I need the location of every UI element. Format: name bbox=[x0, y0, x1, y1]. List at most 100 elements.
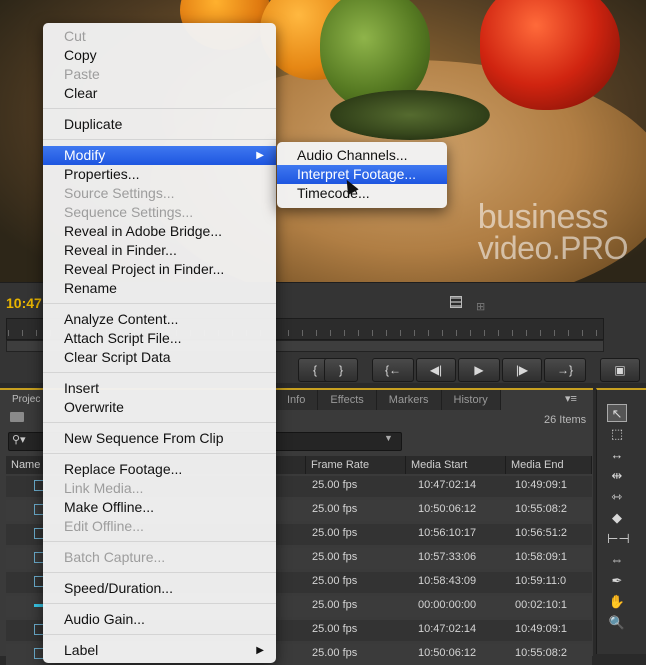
cell-media-end: 10:49:09:1 bbox=[515, 623, 567, 635]
cell-media-start: 10:50:06:12 bbox=[418, 503, 477, 515]
menu-item-sequence-settings: Sequence Settings... bbox=[43, 203, 276, 222]
cell-frame-rate: 25.00 fps bbox=[312, 479, 358, 491]
items-count: 26 Items bbox=[544, 414, 587, 426]
submenu-arrow-icon: ▶ bbox=[256, 645, 264, 656]
ripple-edit-tool-icon[interactable]: ↔ bbox=[607, 446, 627, 464]
menu-item-label: New Sequence From Clip bbox=[64, 430, 224, 446]
mark-in-icon: { bbox=[312, 363, 317, 377]
menu-item-label: Duplicate bbox=[64, 116, 123, 132]
film-strip-icon[interactable] bbox=[450, 296, 462, 308]
tab-markers[interactable]: Markers bbox=[376, 390, 442, 410]
column-header-frame-rate[interactable]: Frame Rate bbox=[306, 456, 406, 474]
menu-item-analyze-content[interactable]: Analyze Content... bbox=[43, 310, 276, 329]
rolling-edit-tool-icon[interactable]: ⇹ bbox=[607, 467, 627, 485]
menu-item-overwrite[interactable]: Overwrite bbox=[43, 398, 276, 417]
column-header-media-end[interactable]: Media End bbox=[506, 456, 592, 474]
rate-stretch-tool-icon[interactable]: ⇿ bbox=[607, 488, 627, 506]
menu-item-clear[interactable]: Clear bbox=[43, 84, 276, 103]
cell-frame-rate: 25.00 fps bbox=[312, 647, 358, 659]
menu-item-reveal-project-in-finder[interactable]: Reveal Project in Finder... bbox=[43, 260, 276, 279]
tab-info[interactable]: Info bbox=[275, 390, 319, 410]
zoom-tool-icon[interactable]: 🔍 bbox=[607, 614, 627, 632]
tab-history[interactable]: History bbox=[441, 390, 501, 410]
cell-media-start: 10:58:43:09 bbox=[418, 575, 477, 587]
menu-item-clear-script-data[interactable]: Clear Script Data bbox=[43, 348, 276, 367]
go-to-in-button[interactable]: {← bbox=[372, 358, 414, 382]
menu-separator bbox=[43, 108, 276, 109]
menu-separator bbox=[43, 372, 276, 373]
menu-separator bbox=[43, 572, 276, 573]
project-tab[interactable]: Projec bbox=[12, 394, 40, 405]
submenu-arrow-icon: ▶ bbox=[256, 150, 264, 161]
submenu-item-audio-channels[interactable]: Audio Channels... bbox=[277, 146, 447, 165]
menu-item-copy[interactable]: Copy bbox=[43, 46, 276, 65]
panel-tabs: Info Effects Markers History bbox=[275, 390, 501, 410]
camera-icon: ▣ bbox=[614, 363, 626, 377]
menu-item-label: Attach Script File... bbox=[64, 330, 182, 346]
razor-tool-icon[interactable]: ◆ bbox=[607, 509, 627, 527]
menu-item-properties[interactable]: Properties... bbox=[43, 165, 276, 184]
go-to-out-button[interactable]: →} bbox=[544, 358, 586, 382]
step-forward-button[interactable]: |▶ bbox=[502, 358, 542, 382]
cell-media-end: 10:49:09:1 bbox=[515, 479, 567, 491]
submenu-item-timecode[interactable]: Timecode... bbox=[277, 184, 447, 203]
cell-frame-rate: 25.00 fps bbox=[312, 575, 358, 587]
menu-item-speed-duration[interactable]: Speed/Duration... bbox=[43, 579, 276, 598]
chevron-down-icon[interactable]: ▼ bbox=[384, 433, 393, 443]
menu-item-label: Rename bbox=[64, 280, 117, 296]
menu-separator bbox=[43, 139, 276, 140]
step-back-button[interactable]: ◀| bbox=[416, 358, 456, 382]
menu-item-label: Make Offline... bbox=[64, 499, 155, 515]
menu-item-insert[interactable]: Insert bbox=[43, 379, 276, 398]
menu-item-label: Source Settings... bbox=[64, 185, 175, 201]
menu-item-link-media: Link Media... bbox=[43, 479, 276, 498]
submenu-item-interpret-footage[interactable]: Interpret Footage... bbox=[277, 165, 447, 184]
menu-item-duplicate[interactable]: Duplicate bbox=[43, 115, 276, 134]
menu-item-modify[interactable]: Modify ▶ bbox=[43, 146, 276, 165]
menu-item-label: Properties... bbox=[64, 166, 140, 182]
track-select-tool-icon[interactable]: ⬚ bbox=[607, 425, 627, 443]
play-button[interactable]: ▶ bbox=[458, 358, 500, 382]
folder-icon bbox=[10, 412, 24, 422]
column-header-media-start[interactable]: Media Start bbox=[406, 456, 506, 474]
cell-media-end: 10:59:11:0 bbox=[515, 575, 567, 587]
panel-menu-icon[interactable]: ▾≡ bbox=[565, 392, 577, 405]
menu-item-new-sequence-from-clip[interactable]: New Sequence From Clip bbox=[43, 429, 276, 448]
timecode-display[interactable]: 10:47 bbox=[6, 295, 42, 311]
selection-tool-icon[interactable]: ↖ bbox=[607, 404, 627, 422]
modify-submenu: Audio Channels... Interpret Footage... Tim… bbox=[277, 142, 447, 208]
menu-item-label: Edit Offline... bbox=[64, 518, 144, 534]
cell-media-start: 10:50:06:12 bbox=[418, 647, 477, 659]
menu-item-label: Label bbox=[64, 642, 99, 658]
cell-media-end: 00:02:10:1 bbox=[515, 599, 567, 611]
slip-tool-icon[interactable]: ⊢⊣ bbox=[607, 530, 630, 548]
cell-frame-rate: 25.00 fps bbox=[312, 599, 358, 611]
cell-media-start: 10:47:02:14 bbox=[418, 479, 477, 491]
menu-item-label: Reveal in Adobe Bridge... bbox=[64, 223, 222, 239]
search-icon[interactable]: ⚲▾ bbox=[12, 433, 26, 446]
safe-margins-icon[interactable]: ⊞ bbox=[476, 300, 485, 313]
cell-media-start: 10:57:33:06 bbox=[418, 551, 477, 563]
menu-item-label: Reveal in Finder... bbox=[64, 242, 177, 258]
menu-item-reveal-in-adobe-bridge[interactable]: Reveal in Adobe Bridge... bbox=[43, 222, 276, 241]
slide-tool-icon[interactable]: ⇔ bbox=[607, 551, 627, 569]
pen-tool-icon[interactable]: ✒ bbox=[607, 572, 627, 590]
menu-item-label: Sequence Settings... bbox=[64, 204, 194, 220]
menu-item-make-offline[interactable]: Make Offline... bbox=[43, 498, 276, 517]
mark-out-button[interactable]: } bbox=[324, 358, 358, 382]
menu-item-replace-footage[interactable]: Replace Footage... bbox=[43, 460, 276, 479]
watermark-line1: business bbox=[477, 198, 609, 236]
menu-item-attach-script-file[interactable]: Attach Script File... bbox=[43, 329, 276, 348]
menu-item-rename[interactable]: Rename bbox=[43, 279, 276, 298]
export-frame-button[interactable]: ▣ bbox=[600, 358, 640, 382]
menu-item-label: Paste bbox=[64, 66, 100, 82]
menu-separator bbox=[43, 634, 276, 635]
tab-effects[interactable]: Effects bbox=[318, 390, 377, 410]
menu-item-label: Clear bbox=[64, 85, 98, 101]
leaves bbox=[330, 90, 490, 140]
hand-tool-icon[interactable]: ✋ bbox=[607, 593, 627, 611]
menu-item-label[interactable]: Label ▶ bbox=[43, 641, 276, 660]
menu-item-reveal-in-finder[interactable]: Reveal in Finder... bbox=[43, 241, 276, 260]
menu-item-audio-gain[interactable]: Audio Gain... bbox=[43, 610, 276, 629]
red-pepper bbox=[480, 0, 620, 110]
